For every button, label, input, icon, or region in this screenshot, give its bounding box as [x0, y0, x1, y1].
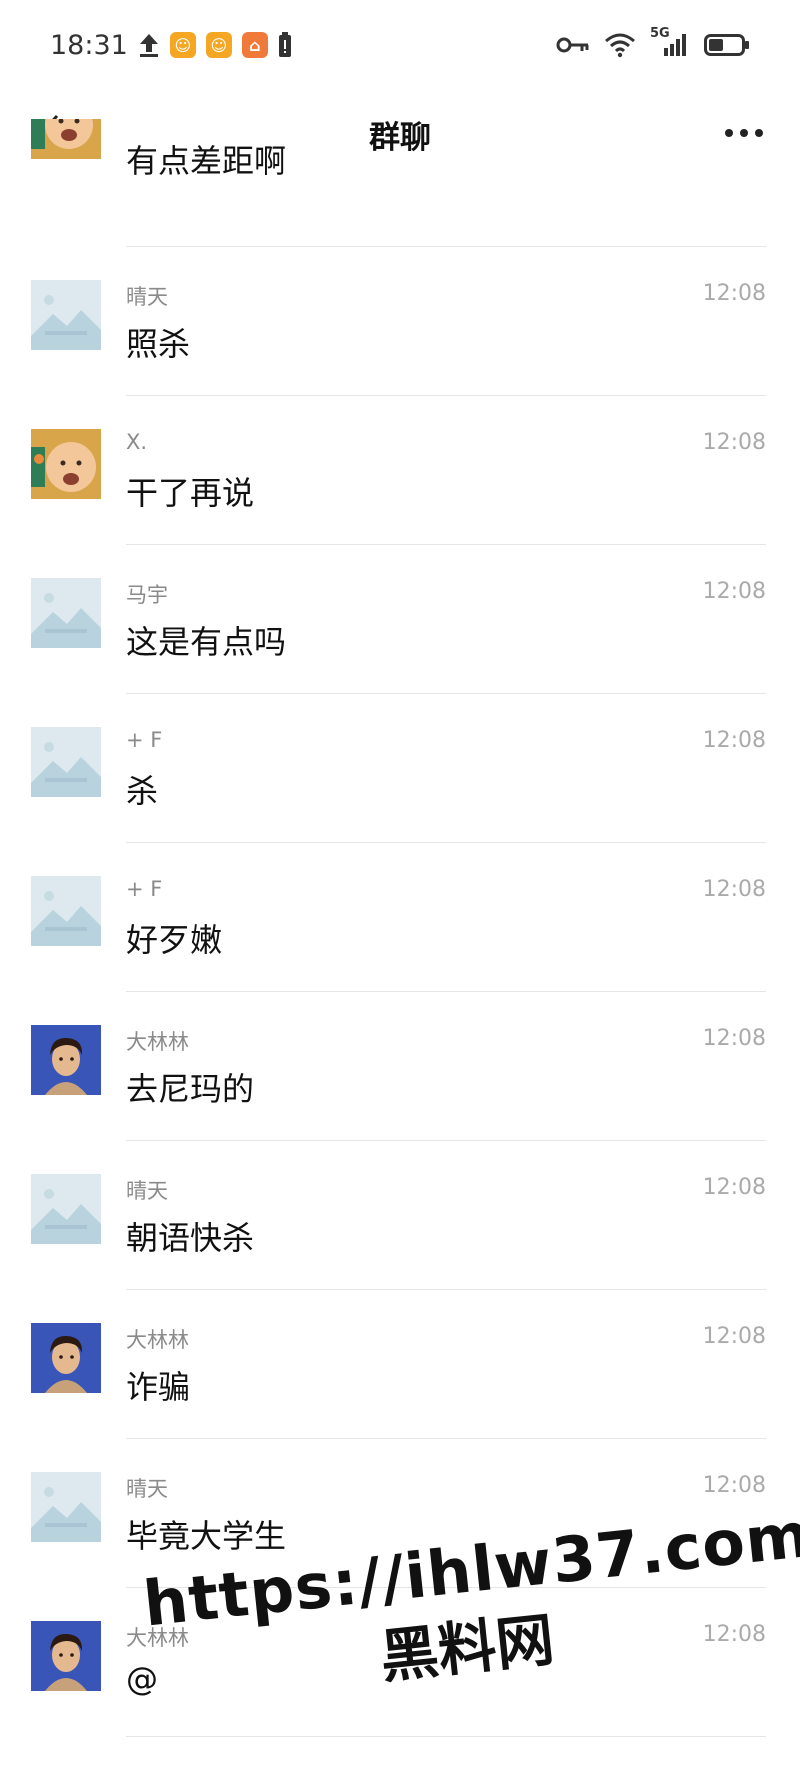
message-text: 毕竟大学生	[126, 1517, 287, 1555]
avatar[interactable]	[31, 727, 101, 797]
avatar[interactable]	[31, 578, 101, 648]
message-text: 照杀	[126, 325, 191, 363]
list-item[interactable]: + F 12:08 杀	[0, 694, 800, 843]
sender-name: + F	[126, 728, 163, 752]
message-text: 有点差距啊	[126, 142, 287, 180]
avatar[interactable]	[31, 1621, 101, 1691]
list-item[interactable]: 大林林 12:08 @	[0, 1588, 800, 1737]
message-text: @	[126, 1660, 158, 1698]
list-item[interactable]: 大林林 12:08 诈骗	[0, 1290, 800, 1439]
sender-name: 晴天	[126, 1179, 168, 1203]
list-item[interactable]: 晴天 12:08 毕竟大学生	[0, 1439, 800, 1588]
avatar[interactable]	[31, 876, 101, 946]
key-icon	[556, 35, 590, 55]
message-text: 这是有点吗	[126, 623, 287, 661]
battery-icon	[704, 33, 750, 57]
message-time: 12:08	[702, 877, 766, 902]
app-badge-icon: ⌂	[241, 32, 268, 58]
status-bar: 18:31 ☺ ☺ ⌂ 5G	[0, 0, 800, 90]
status-right: 5G	[556, 26, 750, 58]
divider	[126, 1736, 766, 1737]
message-text: 朝语快杀	[126, 1219, 255, 1257]
avatar[interactable]	[31, 1025, 101, 1095]
sender-name: 大林林	[126, 1626, 189, 1650]
avatar[interactable]	[31, 119, 101, 159]
avatar[interactable]	[31, 1323, 101, 1393]
message-list[interactable]: 有点差距啊 晴天 12:08 照杀 X. 12:08 干了再说 马宇 12:08…	[0, 119, 800, 1737]
avatar[interactable]	[31, 429, 101, 499]
message-text: 好歹嫩	[126, 921, 223, 959]
message-time: 12:08	[702, 579, 766, 604]
clock: 18:31	[50, 29, 128, 61]
network-type: 5G	[650, 26, 670, 41]
sender-name: 马宇	[126, 583, 168, 607]
list-item[interactable]: 马宇 12:08 这是有点吗	[0, 545, 800, 694]
sender-name: 晴天	[126, 285, 168, 309]
message-time: 12:08	[702, 1473, 766, 1498]
list-item[interactable]: 大林林 12:08 去尼玛的	[0, 992, 800, 1141]
wifi-icon	[604, 32, 636, 58]
sender-name: X.	[126, 430, 148, 454]
message-time: 12:08	[702, 281, 766, 306]
signal-icon: 5G	[650, 26, 690, 58]
app-badge-icon: ☺	[205, 32, 232, 58]
list-item[interactable]: 有点差距啊	[0, 119, 800, 247]
upload-arrow-icon	[138, 32, 160, 58]
list-item[interactable]: + F 12:08 好歹嫩	[0, 843, 800, 992]
list-item[interactable]: X. 12:08 干了再说	[0, 396, 800, 545]
message-time: 12:08	[702, 1622, 766, 1647]
list-item[interactable]: 晴天 12:08 照杀	[0, 247, 800, 396]
message-text: 去尼玛的	[126, 1070, 255, 1108]
message-time: 12:08	[702, 728, 766, 753]
message-text: 杀	[126, 772, 159, 810]
sender-name: 大林林	[126, 1030, 189, 1054]
sender-name: + F	[126, 877, 163, 901]
status-left: 18:31 ☺ ☺ ⌂	[50, 30, 292, 61]
sender-name: 大林林	[126, 1328, 189, 1352]
avatar[interactable]	[31, 280, 101, 350]
message-time: 12:08	[702, 430, 766, 455]
message-text: 诈骗	[126, 1368, 191, 1406]
message-time: 12:08	[702, 1026, 766, 1051]
avatar[interactable]	[31, 1174, 101, 1244]
battery-saver-icon	[278, 32, 292, 58]
list-item[interactable]: 晴天 12:08 朝语快杀	[0, 1141, 800, 1290]
message-time: 12:08	[702, 1175, 766, 1200]
message-time: 12:08	[702, 1324, 766, 1349]
message-text: 干了再说	[126, 474, 255, 512]
app-badge-icon: ☺	[169, 32, 196, 58]
avatar[interactable]	[31, 1472, 101, 1542]
sender-name: 晴天	[126, 1477, 168, 1501]
